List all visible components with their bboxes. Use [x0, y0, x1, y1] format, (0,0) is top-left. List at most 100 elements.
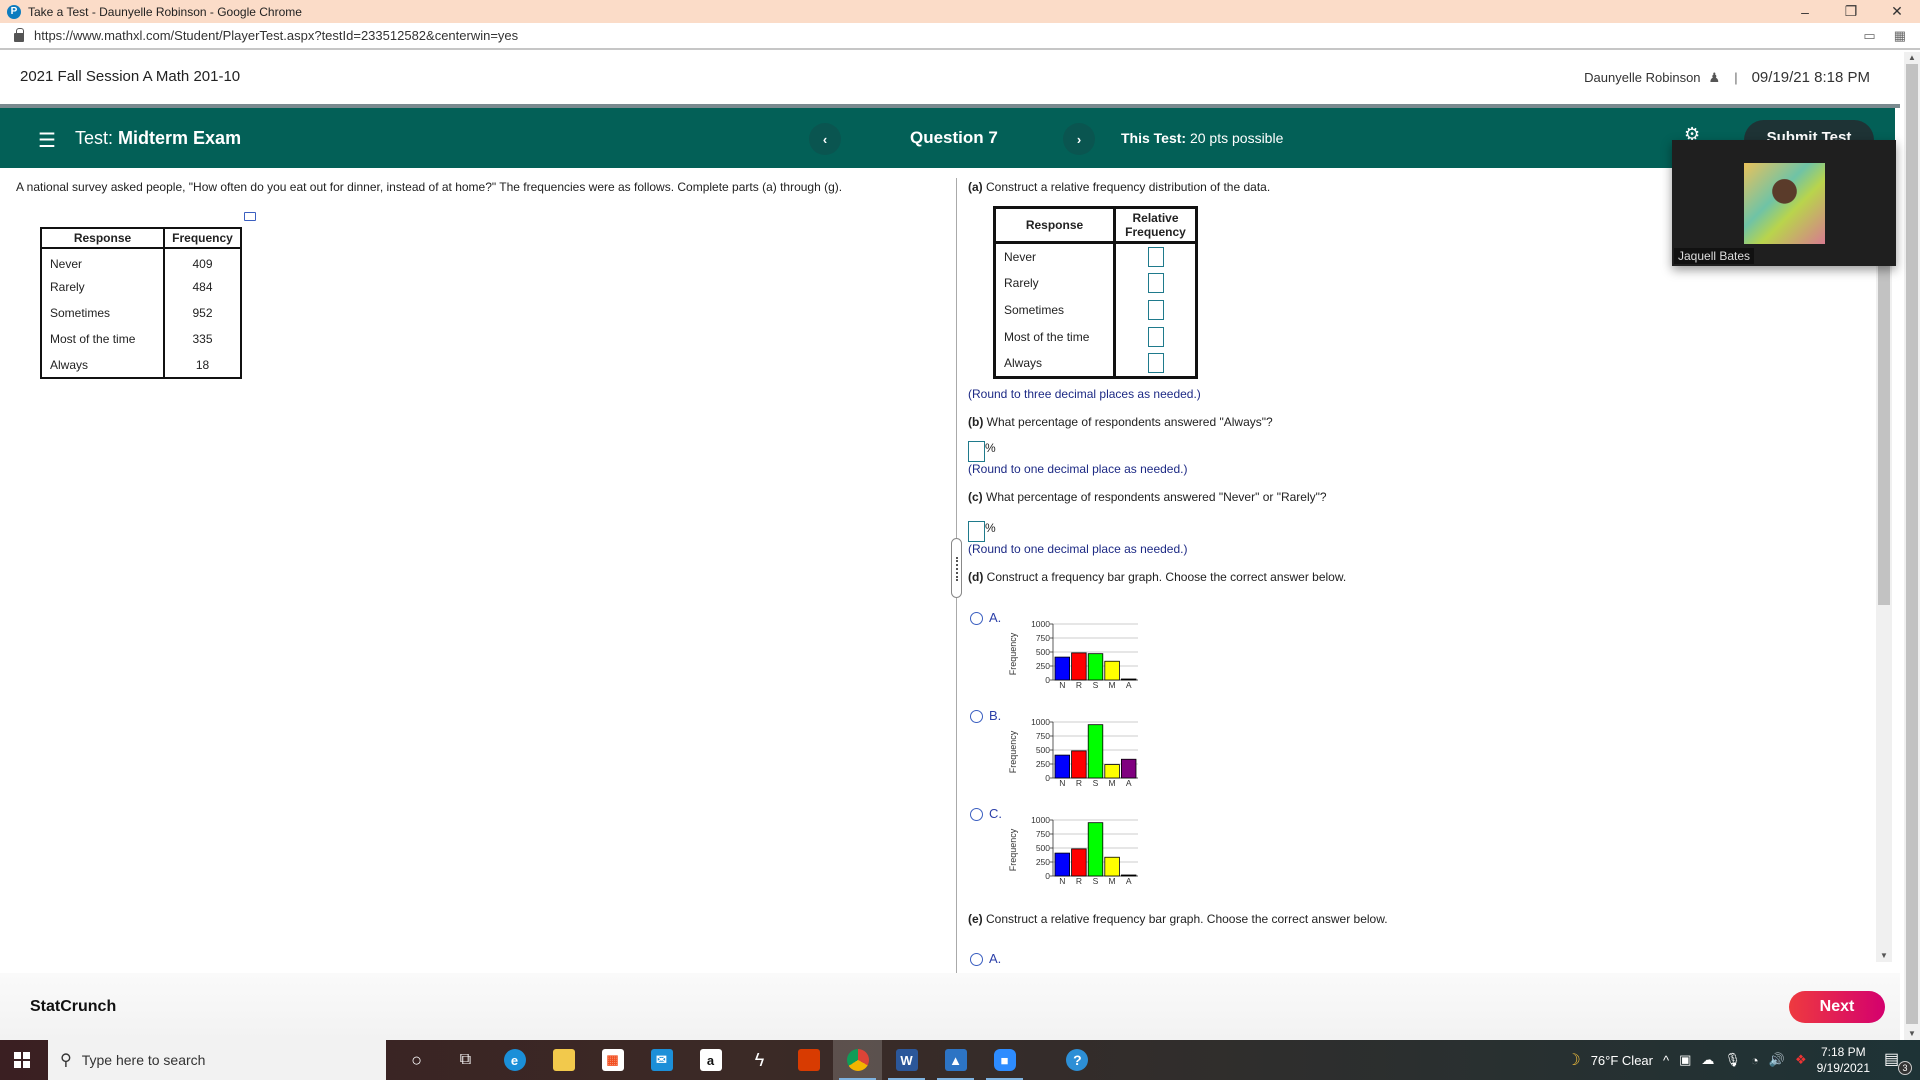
menu-icon[interactable]: ☰: [38, 128, 56, 153]
mail-icon[interactable]: ✉: [637, 1040, 686, 1080]
cast-icon[interactable]: ▭: [1863, 28, 1875, 44]
chevron-right-icon: ›: [1076, 131, 1082, 147]
photos-icon[interactable]: ▲: [931, 1040, 980, 1080]
clock-time: 7:18 PM: [1820, 1045, 1866, 1059]
weather-text[interactable]: 76°F Clear: [1591, 1053, 1653, 1068]
frequency-cell: 18: [195, 357, 210, 372]
frequency-cell: 484: [192, 280, 213, 294]
y-axis-label: Frequency: [1008, 632, 1018, 675]
next-question-button[interactable]: ›: [1063, 123, 1095, 155]
microsoft-store-icon[interactable]: ▦: [588, 1040, 637, 1080]
cortana-icon[interactable]: ○: [392, 1040, 441, 1080]
page-scrollbar[interactable]: ▲ ▼: [1904, 52, 1920, 1040]
relative-frequency-input[interactable]: [1147, 353, 1164, 374]
response-cell: Never: [994, 242, 1116, 270]
page-scrollbar-thumb[interactable]: [1906, 64, 1918, 1024]
restore-button[interactable]: ❐: [1828, 0, 1874, 23]
response-cell: Never: [41, 248, 165, 274]
edge-icon[interactable]: e: [490, 1040, 539, 1080]
radio-button[interactable]: [970, 612, 983, 625]
help-icon[interactable]: ?: [1066, 1049, 1089, 1071]
y-tick-label: 250: [1036, 759, 1050, 769]
statcrunch-link[interactable]: StatCrunch: [30, 998, 116, 1016]
bar-chart-option-a: Frequency 0 250 500 750 1000 N R S M A: [1008, 619, 1138, 690]
test-title: Test: Midterm Exam: [75, 128, 241, 149]
bar: [1071, 848, 1087, 877]
popout-icon[interactable]: [244, 212, 256, 221]
response-cell: Always: [994, 350, 1116, 378]
close-button[interactable]: ✕: [1874, 0, 1920, 23]
points-info: This Test: 20 pts possible: [1121, 130, 1283, 146]
extension-icon[interactable]: ▦: [1894, 28, 1906, 44]
pane-resize-handle[interactable]: [951, 538, 962, 598]
show-hidden-icons-icon[interactable]: ^: [1663, 1053, 1669, 1068]
response-cell: Most of the time: [994, 323, 1116, 351]
option-label: B.: [989, 708, 1002, 723]
scroll-down-arrow-icon[interactable]: ▼: [1880, 951, 1888, 960]
minimize-button[interactable]: –: [1782, 0, 1828, 23]
frequency-cell: 335: [192, 332, 213, 346]
windows-start-icon[interactable]: [14, 1052, 30, 1068]
radio-button[interactable]: [970, 953, 983, 966]
onedrive-icon[interactable]: ☁: [1701, 1052, 1714, 1068]
address-bar[interactable]: https://www.mathxl.com/Student/PlayerTes…: [0, 23, 1920, 50]
radio-button[interactable]: [970, 808, 983, 821]
option-label: C.: [989, 806, 1002, 821]
video-call-overlay[interactable]: Jaquell Bates: [1672, 140, 1896, 266]
notification-center-icon[interactable]: ▤ 3: [1884, 1049, 1912, 1075]
previous-question-button[interactable]: ‹: [809, 123, 841, 155]
part-b-hint: (Round to one decimal place as needed.): [968, 462, 1188, 476]
url-text[interactable]: https://www.mathxl.com/Student/PlayerTes…: [34, 28, 518, 43]
scroll-down-arrow-icon[interactable]: ▼: [1908, 1029, 1916, 1038]
relative-frequency-input[interactable]: [1147, 300, 1164, 320]
header-line: Frequency: [1125, 225, 1186, 239]
pearson-logo-icon: P: [7, 4, 21, 19]
frequency-table: Response Frequency Never 409 Rarely 484 …: [40, 227, 242, 379]
relative-frequency-input[interactable]: [1147, 327, 1164, 347]
app-s-icon[interactable]: ϟ: [735, 1040, 784, 1080]
table-row: Rarely: [994, 269, 1197, 297]
wifi-icon[interactable]: ◔: [1751, 1053, 1759, 1068]
taskbar-search-input[interactable]: ⚲ Type here to search: [48, 1040, 386, 1080]
office-icon[interactable]: [784, 1040, 833, 1080]
taskbar-clock[interactable]: 7:18 PM 9/19/2021: [1817, 1044, 1870, 1076]
y-tick-label: 750: [1036, 731, 1050, 741]
content-scrollbar[interactable]: ▼: [1876, 150, 1892, 962]
part-label: (b): [968, 415, 984, 429]
task-view-icon[interactable]: ⧉: [441, 1040, 490, 1080]
word-icon[interactable]: W: [882, 1040, 931, 1080]
test-toolbar: ☰ Test: Midterm Exam ‹ Question 7 › This…: [0, 108, 1895, 168]
response-cell: Rarely: [994, 269, 1116, 297]
response-cell: Always: [41, 352, 165, 378]
amazon-icon[interactable]: a: [686, 1040, 735, 1080]
never-rarely-percentage-input[interactable]: [968, 521, 985, 542]
zoom-icon[interactable]: ■: [980, 1040, 1029, 1080]
y-tick-label: 1000: [1031, 717, 1050, 727]
x-tick-label: M: [1109, 778, 1116, 788]
y-tick-label: 750: [1036, 633, 1050, 643]
dropbox-icon[interactable]: ❖: [1795, 1052, 1807, 1068]
question-content: A national survey asked people, "How oft…: [0, 168, 1880, 973]
scroll-up-arrow-icon[interactable]: ▲: [1908, 53, 1916, 62]
question-label: Question 7: [910, 128, 998, 147]
y-tick-label: 500: [1036, 745, 1050, 755]
volume-icon[interactable]: 🔊: [1769, 1052, 1785, 1068]
part-text: Construct a frequency bar graph. Choose …: [986, 570, 1347, 584]
next-button[interactable]: Next: [1789, 991, 1885, 1023]
participant-avatar: [1744, 163, 1825, 244]
relative-frequency-input[interactable]: [1147, 273, 1164, 293]
part-c-prompt: (c) What percentage of respondents answe…: [968, 490, 1327, 504]
x-tick-label: S: [1093, 778, 1099, 788]
part-b-answer: %: [968, 441, 996, 462]
bar: [1087, 653, 1104, 681]
file-explorer-icon[interactable]: [539, 1040, 588, 1080]
chrome-icon[interactable]: [833, 1040, 882, 1080]
response-cell: Sometimes: [994, 296, 1116, 324]
microphone-icon[interactable]: 🎙: [1724, 1052, 1741, 1068]
radio-button[interactable]: [970, 710, 983, 723]
meet-now-icon[interactable]: ▣: [1679, 1052, 1691, 1068]
always-percentage-input[interactable]: [968, 441, 985, 462]
x-tick-label: S: [1093, 876, 1099, 886]
relative-frequency-input[interactable]: [1147, 246, 1164, 267]
window-title: Take a Test - Daunyelle Robinson - Googl…: [28, 4, 302, 19]
